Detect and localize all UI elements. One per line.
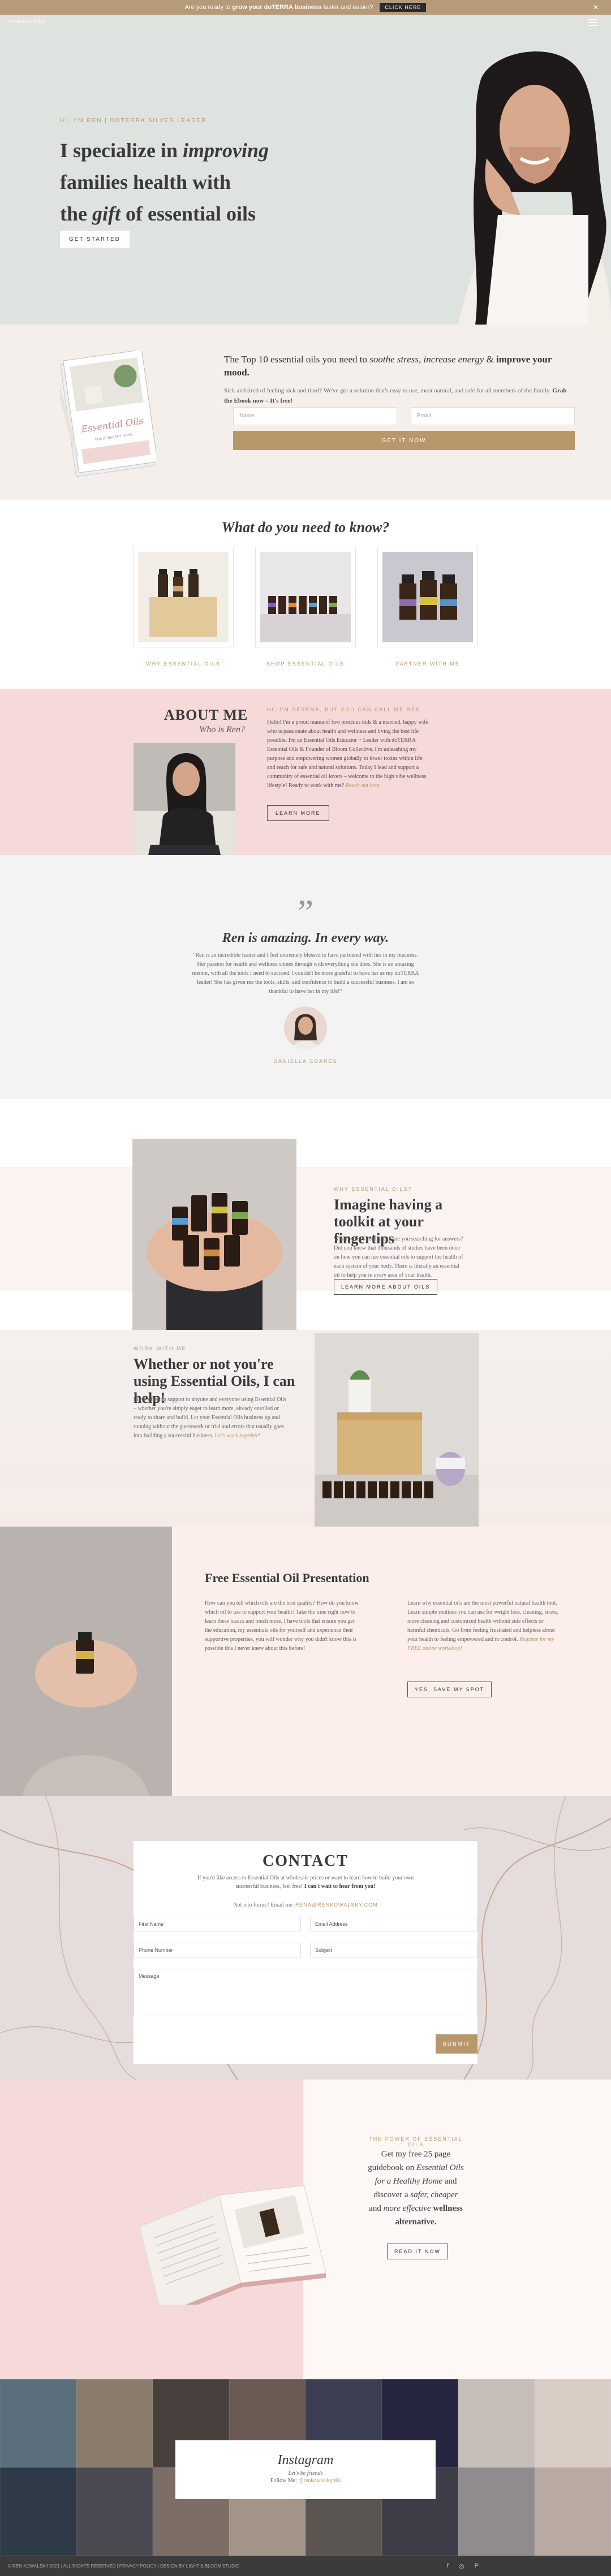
partner-card[interactable]: PARTNER WITH ME <box>378 547 477 667</box>
site-footer: © REN KOWALSKY 2021 | ALL RIGHTS RESERVE… <box>0 2556 611 2576</box>
what-to-know-section: What do you need to know? WHY ESSENTIAL … <box>0 500 611 689</box>
testimonial-author: DANIELLA SOARES <box>273 1058 338 1064</box>
card-label: WHY ESSENTIAL OILS <box>146 661 221 667</box>
guidebook-image <box>139 2185 326 2305</box>
hero-title: I specialize in improving families healt… <box>60 139 269 225</box>
social-icons: f ◎ P <box>447 2562 479 2570</box>
toolkit-text: Which one of your health are you searchi… <box>334 1236 463 1278</box>
get-ebook-button[interactable]: GET IT NOW <box>233 431 575 450</box>
menu-icon[interactable] <box>588 19 597 26</box>
work-together-link[interactable]: Let's work together! <box>214 1433 260 1439</box>
save-my-spot-button[interactable]: YES, SAVE MY SPOT <box>407 1682 492 1697</box>
contact-text: If you'd like access to Essential Oils a… <box>197 1875 414 1890</box>
presentation-title: Free Essential Oil Presentation <box>205 1571 369 1585</box>
close-icon[interactable]: ✕ <box>593 3 599 11</box>
instagram-photo[interactable] <box>535 2379 611 2467</box>
announcement-button[interactable]: CLICK HERE <box>380 3 427 12</box>
first-name-field[interactable]: First Name <box>134 1917 301 1931</box>
about-title: ABOUT ME <box>164 707 248 723</box>
announcement-bar: Are you ready to grow your doTERRA busin… <box>0 0 611 15</box>
about-eyebrow: HI, I'M SERENA, BUT YOU CAN CALL ME REN. <box>267 707 424 712</box>
testimonial-avatar <box>284 1006 327 1049</box>
work-eyebrow: WORK WITH ME <box>134 1346 187 1351</box>
email-address-field[interactable]: Email Address <box>310 1917 477 1931</box>
subject-field[interactable]: Subject <box>310 1943 477 1957</box>
message-field[interactable]: Message <box>134 1969 477 2016</box>
hero-portrait-photo <box>339 45 611 325</box>
contact-card: CONTACT If you'd like access to Essentia… <box>134 1841 477 2064</box>
instagram-photo[interactable] <box>76 2467 153 2556</box>
ebook-section: Essential Oils FOR A HEALTHY HOME The To… <box>0 325 611 500</box>
facebook-icon[interactable]: f <box>447 2562 449 2570</box>
instagram-photo[interactable] <box>458 2467 535 2556</box>
reach-out-link[interactable]: Reach out here <box>346 783 380 789</box>
contact-title: CONTACT <box>263 1852 348 1870</box>
hand-holding-oil-photo <box>0 1527 172 1796</box>
testimonial-section: ” Ren is amazing. In every way. "Ren is … <box>0 855 611 1099</box>
ebook-title: The Top 10 essential oils you need to so… <box>224 354 552 378</box>
ebook-description: Sick and tired of feeling sick and tired… <box>224 387 567 404</box>
instagram-handle-link[interactable]: @renkowalskyoils <box>298 2478 341 2484</box>
shop-oils-card[interactable]: SHOP ESSENTIAL OILS <box>256 547 355 667</box>
instagram-card: Instagram Let's be friends Follow Me: @r… <box>175 2440 436 2499</box>
instagram-follow: Follow Me: @renkowalskyoils <box>270 2478 341 2484</box>
phone-field[interactable]: Phone Number <box>134 1943 301 1957</box>
oils-row-photo <box>256 547 355 647</box>
footer-copyright: © REN KOWALSKY 2021 | ALL RIGHTS RESERVE… <box>8 2563 240 2569</box>
oils-box-photo <box>134 547 233 647</box>
guidebook-section: THE POWER OF ESSENTIAL OILS Get my free … <box>0 2080 611 2379</box>
email-field[interactable]: Email <box>411 407 575 425</box>
card-label: PARTNER WITH ME <box>395 661 460 667</box>
testimonial-heading: Ren is amazing. In every way. <box>222 931 389 945</box>
instagram-photo[interactable] <box>0 2467 76 2556</box>
contact-email-link[interactable]: RENA@RENKOWALSKY.COM <box>295 1902 378 1908</box>
instagram-photo[interactable] <box>458 2379 535 2467</box>
work-with-me-section: WORK WITH ME Whether or not you're using… <box>0 1330 611 1542</box>
why-oils-card[interactable]: WHY ESSENTIAL OILS <box>134 547 233 667</box>
oils-kit-photo <box>315 1333 479 1542</box>
instagram-section: Instagram Let's be friends Follow Me: @r… <box>0 2379 611 2576</box>
instagram-title: Instagram <box>277 2453 334 2467</box>
instagram-photo[interactable] <box>535 2467 611 2556</box>
learn-more-button[interactable]: LEARN MORE <box>267 805 329 821</box>
toolkit-eyebrow: WHY ESSENTIAL OILS? <box>334 1186 412 1192</box>
guide-text: Get my free 25 page guidebook on Essenti… <box>368 2150 464 2227</box>
announcement-text: Are you ready to grow your doTERRA busin… <box>184 4 373 11</box>
work-text: I love offering support to anyone and ev… <box>134 1397 286 1439</box>
hero-eyebrow: HI, I'M REN | DOTERRA SILVER LEADER <box>60 118 207 124</box>
card-label: SHOP ESSENTIAL OILS <box>266 661 345 667</box>
presentation-text-right: Learn why essential oils are the most po… <box>407 1600 559 1652</box>
quote-icon: ” <box>297 892 314 932</box>
contact-email-line: Not into forms? Email me: RENA@RENKOWALS… <box>233 1902 378 1908</box>
hero-section: renkowalsky HI, I'M REN | DOTERRA SILVER… <box>0 15 611 325</box>
get-started-button[interactable]: GET STARTED <box>60 231 130 248</box>
learn-about-oils-button[interactable]: LEARN MORE ABOUT OILS <box>334 1279 438 1295</box>
submit-button[interactable]: SUBMIT <box>436 2034 477 2054</box>
oil-bottles-photo <box>378 547 477 647</box>
pinterest-icon[interactable]: P <box>475 2562 479 2570</box>
about-subtitle: Who is Ren? <box>199 725 245 734</box>
guide-eyebrow: THE POWER OF ESSENTIAL OILS <box>369 2136 463 2147</box>
presentation-text-left: How can you tell which oils are the best… <box>205 1600 359 1652</box>
instagram-icon[interactable]: ◎ <box>459 2562 464 2570</box>
ebook-cover-image: Essential Oils FOR A HEALTHY HOME <box>60 351 156 477</box>
presentation-section: Free Essential Oil Presentation How can … <box>0 1527 611 1796</box>
instagram-photo[interactable] <box>0 2379 76 2467</box>
instagram-subtitle: Let's be friends <box>288 2470 323 2476</box>
about-photo <box>134 743 235 871</box>
site-logo[interactable]: renkowalsky <box>8 18 46 25</box>
name-field[interactable]: Name <box>233 407 397 425</box>
hands-with-oils-photo <box>132 1139 296 1340</box>
about-text: Hello! I'm a proud mama of two precious … <box>267 719 429 789</box>
contact-section: CONTACT If you'd like access to Essentia… <box>0 1796 611 2080</box>
read-it-now-button[interactable]: READ IT NOW <box>387 2244 448 2259</box>
about-section: ABOUT ME Who is Ren? HI, I'M SERENA, BUT… <box>0 689 611 871</box>
testimonial-text: "Ren is an incredible leader and I feel … <box>192 952 419 995</box>
toolkit-section: WHY ESSENTIAL OILS? Imagine having a too… <box>0 1099 611 1340</box>
instagram-photo[interactable] <box>76 2379 153 2467</box>
section-heading: What do you need to know? <box>221 519 390 535</box>
